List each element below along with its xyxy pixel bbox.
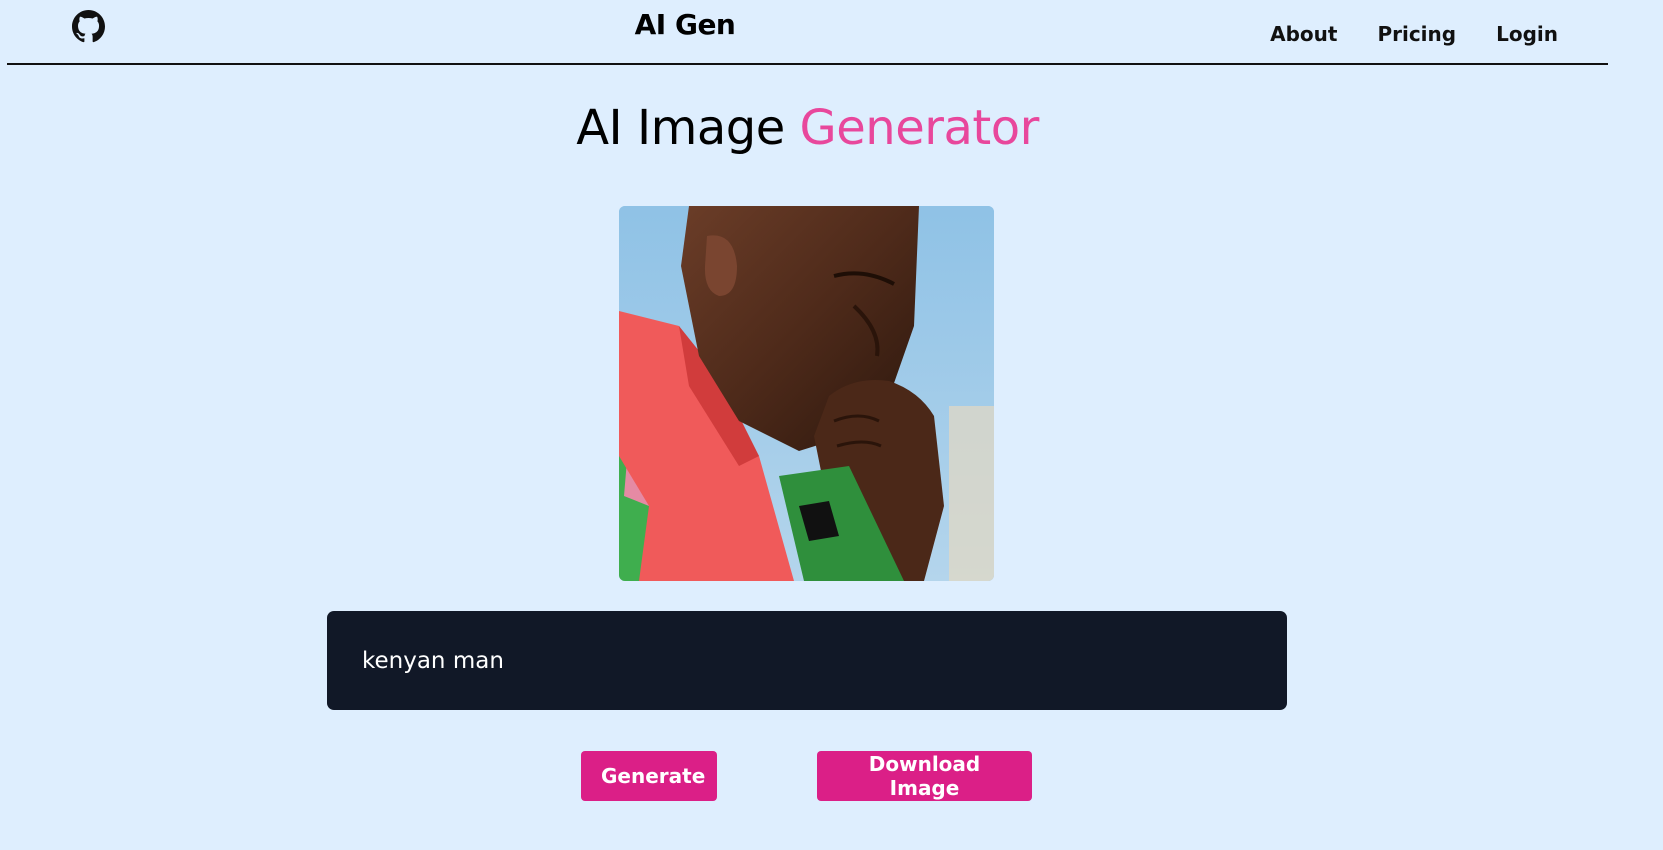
nav-pricing-link[interactable]: Pricing (1377, 22, 1456, 46)
nav-about-link[interactable]: About (1270, 22, 1337, 46)
page-title-accent: Generator (799, 100, 1040, 156)
navbar: AI Gen About Pricing Login (0, 0, 1663, 66)
header-divider (7, 63, 1608, 65)
page-title: AI Image Generator (0, 100, 1615, 156)
generated-image (619, 206, 994, 581)
page-title-main: AI Image (576, 100, 800, 156)
nav-login-link[interactable]: Login (1496, 22, 1558, 46)
download-image-button[interactable]: Download Image (817, 751, 1032, 801)
generate-button[interactable]: Generate (581, 751, 717, 801)
brand-title: AI Gen (634, 8, 736, 41)
prompt-input[interactable] (327, 611, 1287, 710)
nav-links: About Pricing Login (1270, 22, 1558, 46)
